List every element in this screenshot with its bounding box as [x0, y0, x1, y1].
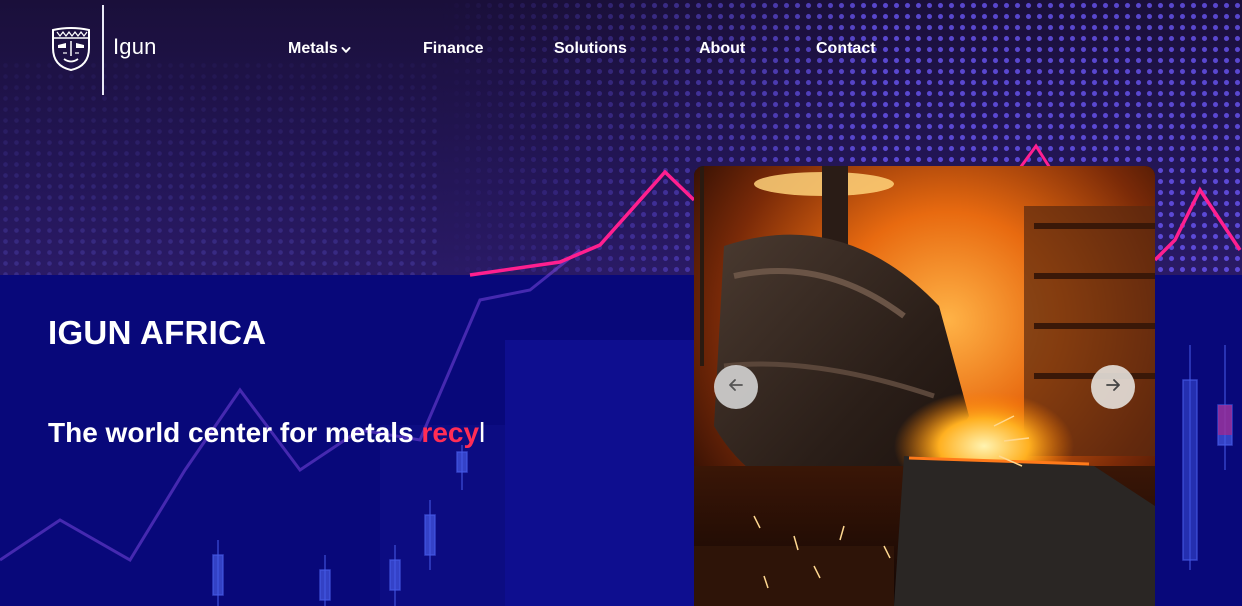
chevron-down-icon	[341, 42, 351, 53]
nav-item-label: Finance	[423, 40, 484, 57]
hero-tagline: The world center for metals recyl	[48, 417, 485, 449]
carousel-prev-button[interactable]	[714, 365, 758, 409]
tagline-accent: recy	[421, 417, 480, 448]
typing-cursor: l	[479, 417, 486, 448]
nav-item-label: Solutions	[554, 40, 627, 57]
tagline-prefix: The world center for metals	[48, 417, 422, 448]
arrow-left-icon	[727, 376, 745, 399]
hero-title: IGUN AFRICA	[48, 314, 267, 351]
nav-item-label: About	[699, 40, 746, 57]
nav-item-contact[interactable]: Contact	[816, 40, 876, 58]
nav-item-label: Metals	[288, 40, 338, 57]
logo-divider	[102, 5, 104, 95]
carousel-next-button[interactable]	[1091, 365, 1135, 409]
arrow-right-icon	[1104, 376, 1122, 399]
nav-item-solutions[interactable]: Solutions	[554, 40, 627, 58]
mask-logo-icon[interactable]	[50, 26, 92, 72]
nav-item-metals[interactable]: Metals	[288, 40, 351, 58]
hero-section: Igun Metals Finance Solutions About Cont…	[0, 0, 1242, 606]
nav-item-finance[interactable]: Finance	[423, 40, 483, 58]
image-carousel[interactable]	[694, 166, 1155, 606]
molten-metal-foundry-image	[694, 166, 1155, 606]
nav-item-about[interactable]: About	[699, 40, 745, 58]
brand-name[interactable]: Igun	[113, 34, 157, 60]
nav-item-label: Contact	[816, 40, 876, 57]
